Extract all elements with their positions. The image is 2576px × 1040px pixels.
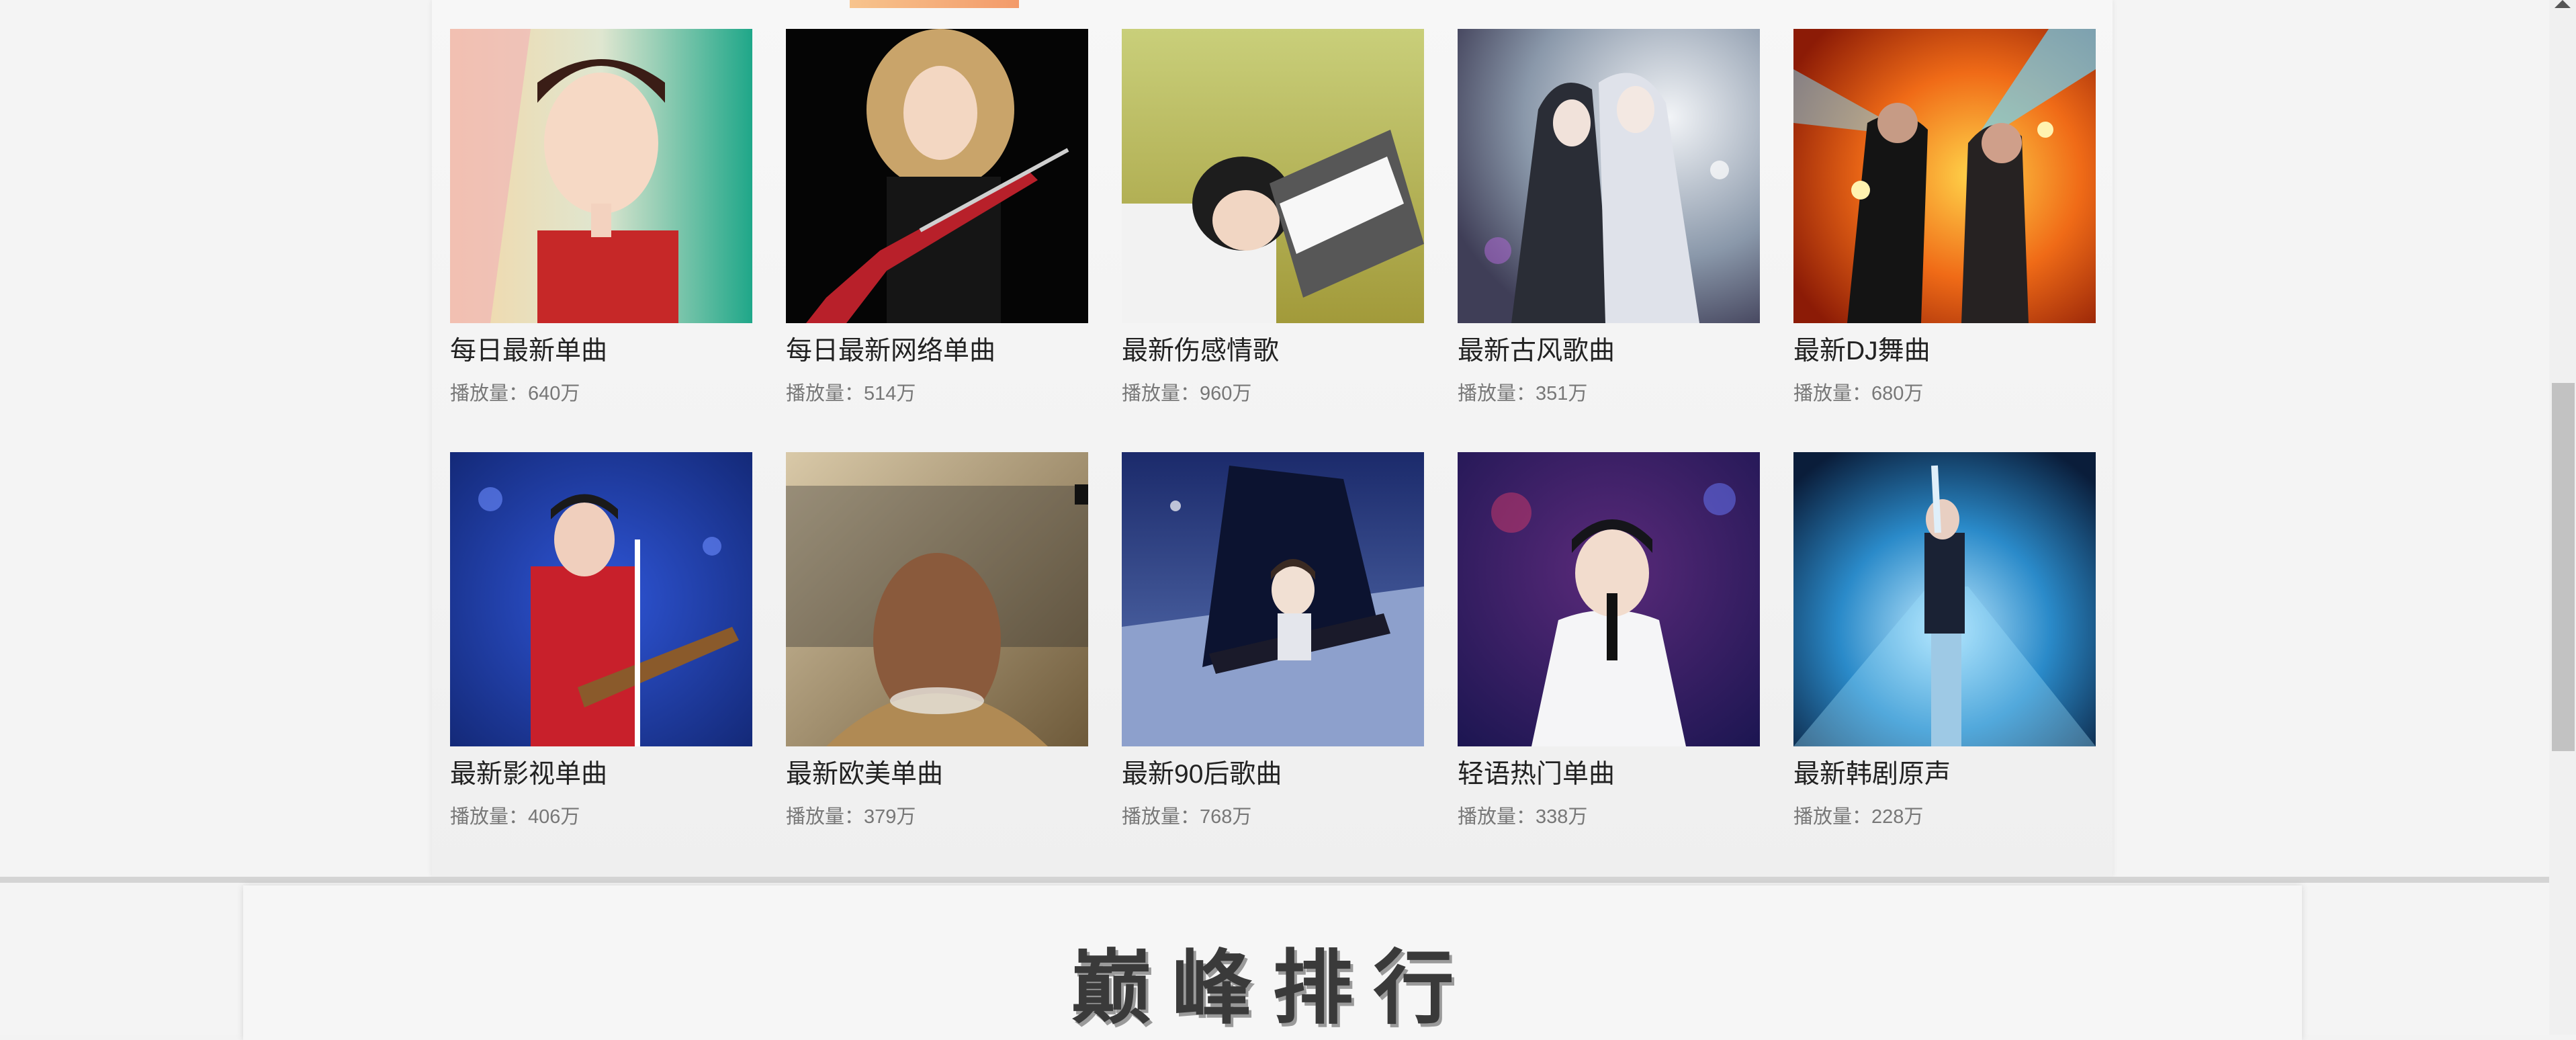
playlist-title[interactable]: 每日最新单曲 [450,335,607,368]
playlist-cover-image[interactable] [1458,452,1760,746]
playlist-cover-image[interactable] [1793,452,2096,746]
playlist-title[interactable]: 每日最新网络单曲 [786,335,995,368]
playlist-cover-image[interactable] [786,452,1088,746]
playlist-title[interactable]: 最新欧美单曲 [786,758,943,791]
playlist-cover-image[interactable] [786,29,1088,323]
playlist-cover-image[interactable] [450,452,752,746]
playlist-title[interactable]: 最新伤感情歌 [1122,335,1279,368]
active-tab-indicator [850,0,1019,8]
playlist-cover-image[interactable] [1122,29,1424,323]
playlist-title[interactable]: 最新90后歌曲 [1122,758,1282,791]
play-count: 播放量：338万 [1458,806,1588,828]
scrollbar-thumb[interactable] [2552,383,2575,751]
section-divider [0,877,2549,883]
playlist-title[interactable]: 最新DJ舞曲 [1793,335,1930,368]
playlist-title[interactable]: 最新韩剧原声 [1793,758,1951,791]
play-count: 播放量：680万 [1793,383,1924,404]
play-count: 播放量：379万 [786,806,916,828]
play-count: 播放量：406万 [450,806,580,828]
scroll-up-arrow-icon[interactable] [2555,0,2571,8]
playlist-cover-image[interactable] [450,29,752,323]
ranking-title: 巅峰排行 [1071,942,1474,1035]
playlist-cover-image[interactable] [1458,29,1760,323]
playlist-grid: 每日最新单曲 播放量：640万 每日最新网络单曲 播放量：514万 最新伤感情歌… [450,29,2096,862]
play-count: 播放量：228万 [1793,806,1924,828]
playlist-cover-image[interactable] [1793,29,2096,323]
play-count: 播放量：768万 [1122,806,1252,828]
play-count: 播放量：640万 [450,383,580,404]
ranking-section: 巅峰排行 [243,885,2302,1040]
play-count: 播放量：351万 [1458,383,1588,404]
playlist-title[interactable]: 最新影视单曲 [450,758,607,791]
play-count: 播放量：960万 [1122,383,1252,404]
playlist-title[interactable]: 轻语热门单曲 [1458,758,1615,791]
playlist-cover-image[interactable] [1122,452,1424,746]
play-count: 播放量：514万 [786,383,916,404]
playlist-title[interactable]: 最新古风歌曲 [1458,335,1615,368]
